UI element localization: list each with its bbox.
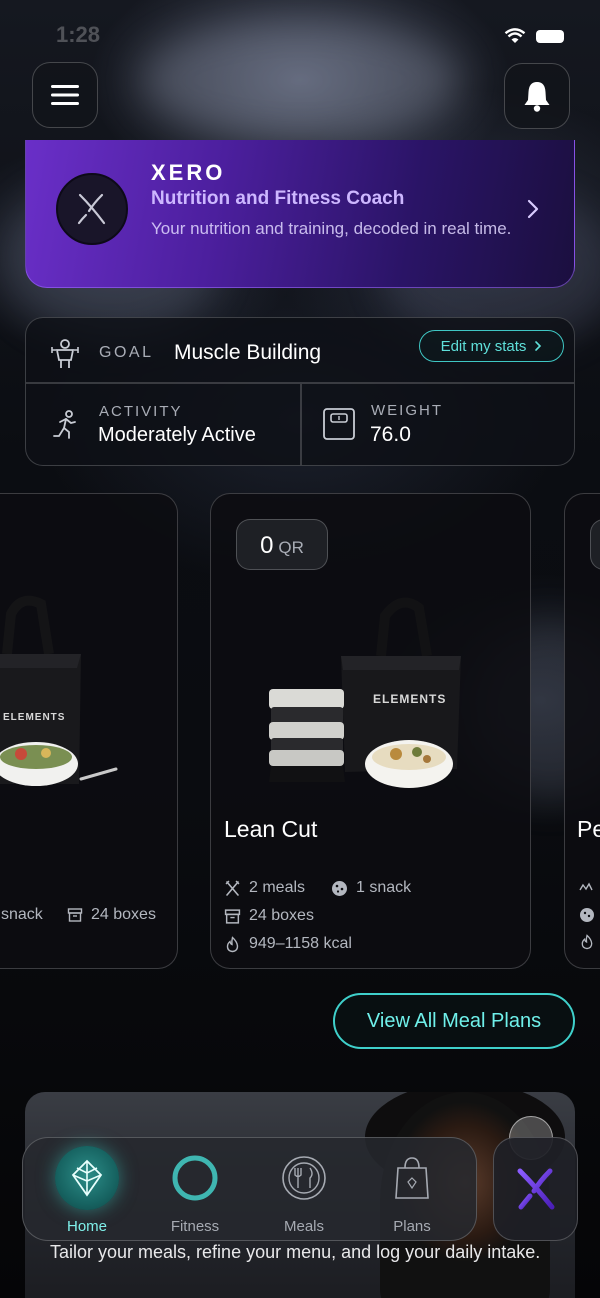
stats-divider [300,384,302,465]
snack-count: snack [1,906,43,923]
cookie-icon [580,908,594,922]
snack-count: 1 snack [331,879,411,897]
nav-item-plans[interactable]: Plans [362,1138,462,1242]
hamburger-icon [51,85,79,105]
edit-stats-label: Edit my stats [440,337,527,355]
xero-assistant-button[interactable] [493,1137,578,1241]
chevron-right-icon [527,199,539,219]
coach-avatar [56,173,128,245]
coach-banner[interactable]: XERO Nutrition and Fitness Coach Your nu… [25,140,575,288]
meals-plate-icon [272,1146,336,1210]
leaf-icon [71,1159,103,1197]
status-time: 1:28 [56,22,101,47]
scale-icon [323,408,355,440]
fitness-ring-icon [163,1146,227,1210]
bottom-nav: Home Fitness Meals Plans [22,1137,477,1241]
edit-stats-button[interactable]: Edit my stats [419,330,564,362]
promo-text: Tailor your meals, refine your menu, and… [50,1242,541,1262]
weight-value: 76.0 [370,423,411,446]
bag-brand-logo: ELEMENTS [3,712,66,723]
running-icon [53,410,76,439]
coach-role: Nutrition and Fitness Coach [151,188,405,209]
menu-button[interactable] [32,62,98,128]
box-icon [67,908,83,922]
app-screen: 1:28 XERO Nutrition and Fitness Coach Yo… [0,0,600,1298]
nav-label: Meals [283,1218,324,1235]
plate-icon [282,1156,326,1200]
xero-x-icon [517,1168,554,1210]
price-badge: 0 QR [236,519,328,570]
price-badge [590,519,600,570]
bell-icon [524,82,550,112]
view-all-label: View All Meal Plans [366,1009,542,1032]
flame-icon [581,934,593,950]
meal-bag-image: ELEMENTS [261,594,481,804]
fork-knife-icon [579,882,593,891]
flame-icon [226,935,239,952]
view-all-meal-plans-button[interactable]: View All Meal Plans [333,993,575,1049]
meal-bag-image: ELEMENTS [0,594,121,794]
xero-logo-icon [77,193,106,225]
goal-value: Muscle Building [174,341,322,364]
box-count: 24 boxes [67,906,156,924]
nav-label: Plans [393,1218,431,1235]
status-bar: 1:28 [0,18,600,58]
bag-icon [395,1157,429,1199]
meal-plan-card-lean-cut[interactable]: 0 QR ELEMENTS Lean Cut 2 meals 1 snack 2… [210,493,531,969]
wifi-icon [504,28,526,43]
chevron-right-icon [535,341,542,351]
plans-bag-icon [380,1146,444,1210]
box-count: 24 boxes [224,907,314,925]
ring-icon [172,1155,218,1201]
activity-value: Moderately Active [98,424,256,446]
stats-card: GOAL Muscle Building Edit my stats ACTIV… [25,317,575,466]
price-value: 0 [260,532,274,559]
plan-title: Lean Cut [224,816,318,842]
body-goal-icon [51,339,79,368]
nav-item-fitness[interactable]: Fitness [145,1138,245,1242]
cookie-icon [332,880,347,896]
fork-knife-icon [225,880,240,896]
coach-description: Your nutrition and training, decoded in … [151,219,512,238]
box-icon [224,908,241,924]
price-unit: QR [278,538,304,557]
bowl-shape [0,742,118,786]
notifications-button[interactable] [504,63,570,129]
nav-label: Fitness [170,1218,220,1235]
home-leaf-icon [55,1146,119,1210]
meal-plan-card[interactable]: ELEMENTS snack 24 boxes [0,493,178,969]
calorie-range: 949–1158 kcal [224,935,352,953]
bag-shape [269,597,461,788]
weight-label: WEIGHT [371,402,443,419]
nav-item-meals[interactable]: Meals [254,1138,354,1242]
plan-title: Pe [577,816,600,842]
meal-plan-card[interactable]: Pe [564,493,600,969]
coach-name: XERO [151,160,226,185]
battery-icon [536,29,564,43]
goal-label: GOAL [99,344,154,361]
status-icons [504,28,564,44]
nav-item-home[interactable]: Home [37,1138,137,1242]
activity-label: ACTIVITY [99,403,183,420]
meal-count: 2 meals [224,879,305,897]
bag-brand-logo: ELEMENTS [373,692,447,706]
nav-label: Home [66,1218,107,1235]
